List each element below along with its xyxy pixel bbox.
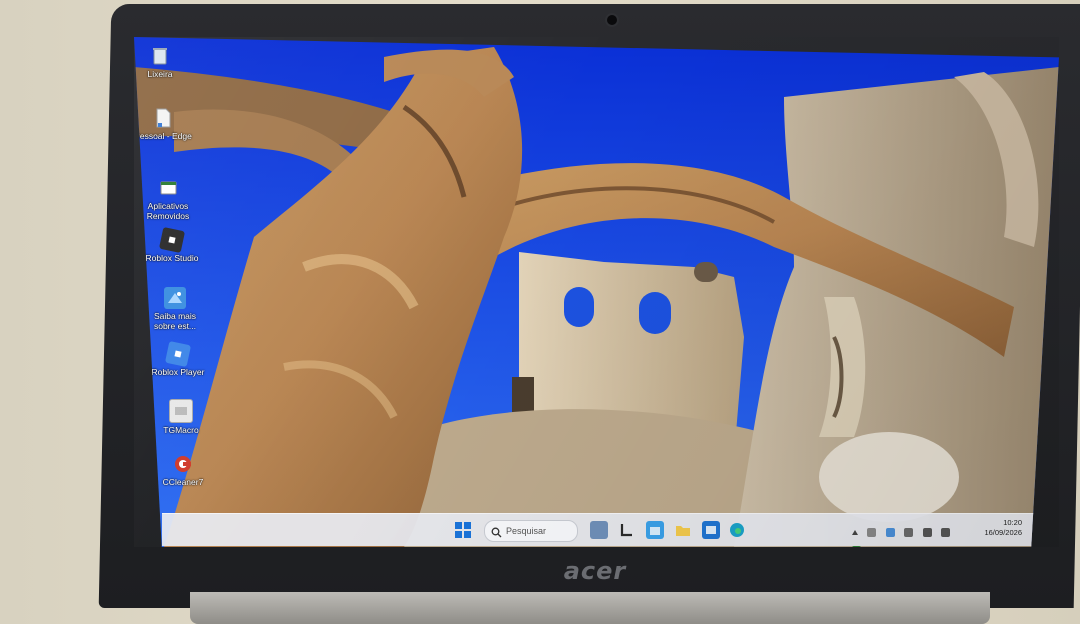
desktop-icon-label: Roblox Player (151, 367, 205, 377)
desktop-icon-label: Lixeira (147, 69, 173, 79)
tgmacro-icon (169, 399, 193, 423)
laptop-base (190, 592, 990, 624)
task-view-icon[interactable] (618, 521, 636, 539)
desktop-icon-ccleaner[interactable]: CCleaner7 (151, 453, 215, 487)
search-icon (491, 525, 502, 538)
security-icon[interactable] (885, 528, 895, 538)
chevron-up-icon[interactable] (852, 530, 858, 536)
desktop-icon-aplicativos-removidos[interactable]: Aplicativos Removidos (136, 177, 200, 221)
system-tray (852, 524, 962, 547)
desktop-wallpaper (134, 37, 1059, 547)
edge-icon[interactable] (728, 521, 746, 539)
onedrive-icon[interactable] (867, 528, 877, 538)
update-icon[interactable] (904, 528, 914, 538)
taskbar-clock[interactable]: 10:20 16/09/2026 (974, 518, 1022, 538)
desktop-icon-label: Aplicativos Removidos (146, 201, 190, 221)
desktop-icon-recycle-bin[interactable]: Lixeira (134, 45, 192, 79)
desktop-icon-pessoal-edge[interactable]: Pessoal - Edge (134, 107, 195, 141)
desktop-icon-label: Pessoal - Edge (134, 131, 192, 141)
battery-icon[interactable] (852, 546, 861, 547)
widgets-icon[interactable] (590, 521, 608, 539)
search-placeholder: Pesquisar (506, 526, 547, 536)
desktop-icon-label: Saiba mais sobre est... (153, 311, 197, 331)
desktop-icon-label: TGMacro (163, 425, 199, 435)
webcam-icon (607, 15, 617, 25)
desktop-icon-roblox-studio[interactable]: Roblox Studio (140, 226, 204, 263)
desktop-icon-saiba-mais[interactable]: Saiba mais sobre est... (143, 287, 207, 331)
store-icon[interactable] (646, 521, 664, 539)
desktop-icon-label: CCleaner7 (162, 477, 204, 487)
clock-time: 10:20 (1003, 518, 1022, 527)
clock-date: 16/09/2026 (984, 528, 1022, 537)
folder-icon[interactable] (674, 521, 692, 539)
volume-icon[interactable] (941, 528, 951, 538)
ccleaner-icon (172, 453, 194, 475)
taskbar-search-input[interactable]: Pesquisar (484, 520, 578, 542)
desktop-icon-roblox-player[interactable]: Roblox Player (146, 340, 210, 377)
taskbar: Pesquisar 10:20 16/09/2026 (162, 513, 1042, 547)
roblox-player-icon (164, 340, 192, 368)
wifi-icon[interactable] (922, 528, 932, 538)
roblox-studio-icon (158, 226, 186, 254)
desktop-icon-tgmacro[interactable]: TGMacro (149, 399, 213, 435)
mail-icon[interactable] (702, 521, 720, 539)
laptop-screen: Lixeira Pessoal - Edge Aplicativos Remov… (134, 37, 1059, 547)
html-doc-icon (157, 177, 179, 199)
windows-start-icon[interactable] (455, 522, 471, 538)
desktop-icon-label: Roblox Studio (145, 253, 199, 263)
recycle-bin-icon (149, 45, 171, 67)
file-shortcut-icon (152, 107, 174, 129)
learn-more-icon (164, 287, 186, 309)
brand-logo: acer (563, 557, 627, 585)
